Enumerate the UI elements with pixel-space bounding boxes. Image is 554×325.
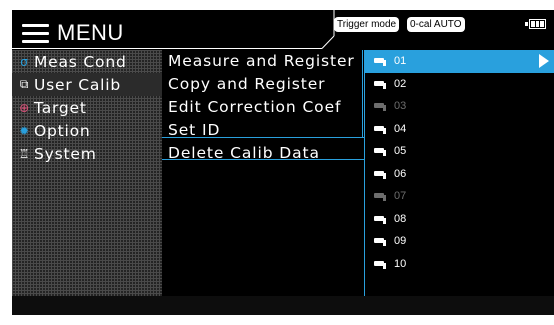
channel-label: 04 (394, 122, 407, 135)
device-screen: MENU Trigger mode 0-cal AUTO σ Meas Cond ⧉… (12, 10, 554, 315)
probe-icon (374, 147, 388, 157)
menu-item-target[interactable]: ⊕ Target (12, 96, 162, 119)
probe-icon (374, 80, 388, 89)
probe-icon (374, 215, 388, 224)
option-gear-icon: ✹ (19, 123, 30, 138)
menu-label: MENU (57, 20, 124, 45)
submenu-item-delete-calib-data[interactable]: Delete Calib Data (162, 142, 364, 165)
channel-label: 01 (394, 55, 407, 68)
calib-channel-03[interactable]: 03 (365, 95, 554, 118)
submenu-item-edit-correction-coef[interactable]: Edit Correction Coef (162, 96, 364, 119)
battery-icon (525, 19, 546, 29)
menu-item-label: System (34, 144, 97, 163)
calib-channel-05[interactable]: 05 (365, 140, 554, 163)
menu-item-label: User Calib (34, 75, 122, 94)
probe-icon (374, 57, 388, 67)
submenu-item-measure-and-register[interactable]: Measure and Register (162, 50, 364, 73)
calib-channel-02[interactable]: 02 (365, 73, 554, 96)
sub-menu: Measure and Register Copy and Register Edi… (162, 50, 364, 300)
trigger-mode-badge: Trigger mode (334, 17, 400, 32)
channel-label: 06 (394, 167, 407, 180)
probe-icon (374, 237, 388, 247)
channel-label: 07 (394, 190, 407, 203)
channel-label: 02 (394, 77, 407, 90)
calib-channel-07[interactable]: 07 (365, 185, 554, 208)
system-tools-icon: ♖ (18, 146, 31, 161)
play-arrow-icon[interactable] (539, 54, 549, 68)
probe-icon (374, 192, 388, 202)
channel-label: 05 (394, 145, 407, 158)
calib-channel-09[interactable]: 09 (365, 230, 554, 253)
submenu-frame-right (362, 50, 363, 138)
calib-channel-04[interactable]: 04 (365, 118, 554, 141)
target-icon: ⊕ (19, 100, 30, 115)
probe-icon (374, 102, 388, 112)
header-divider (12, 48, 322, 49)
main-menu: σ Meas Cond ⧉ User Calib ⊕ Target ✹ Option ♖ Syst… (12, 50, 162, 300)
menu-item-label: Option (34, 121, 91, 140)
probe-icon (374, 170, 388, 179)
calib-channel-01[interactable]: 01 (365, 50, 554, 73)
menu-item-option[interactable]: ✹ Option (12, 119, 162, 142)
zero-cal-badge: 0-cal AUTO (407, 17, 465, 32)
channel-label: 10 (394, 257, 407, 270)
calib-channel-06[interactable]: 06 (365, 163, 554, 186)
menu-item-meas-cond[interactable]: σ Meas Cond (12, 50, 162, 73)
menu-button[interactable]: MENU (22, 20, 124, 46)
menu-item-label: Target (34, 98, 87, 117)
menu-item-system[interactable]: ♖ System (12, 142, 162, 165)
submenu-item-copy-and-register[interactable]: Copy and Register (162, 73, 364, 96)
submenu-item-set-id[interactable]: Set ID (162, 119, 364, 142)
menu-item-user-calib[interactable]: ⧉ User Calib (12, 73, 162, 96)
status-bar (12, 296, 554, 315)
probe-icon (374, 125, 388, 134)
hamburger-icon (22, 23, 49, 43)
probe-icon (374, 260, 388, 269)
submenu-frame-lower (162, 159, 364, 160)
channel-label: 08 (394, 212, 407, 225)
channel-label: 09 (394, 235, 407, 248)
calib-channel-08[interactable]: 08 (365, 208, 554, 231)
calib-channel-list: 01 02 03 04 05 06 07 08 09 10 (364, 50, 554, 296)
submenu-frame-bottom (162, 137, 364, 138)
calib-channel-10[interactable]: 10 (365, 253, 554, 276)
user-calib-icon: ⧉ (19, 77, 30, 91)
meas-cond-icon: σ (20, 54, 29, 69)
menu-item-label: Meas Cond (34, 52, 127, 71)
channel-label: 03 (394, 100, 407, 113)
